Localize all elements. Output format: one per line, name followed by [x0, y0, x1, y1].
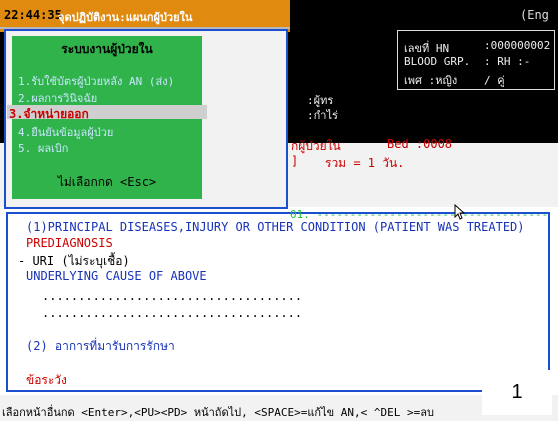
workstation-title: จุดปฏิบัติงาน:แผนกผู้ป่วยใน [58, 11, 193, 24]
underlying-cause-line-2[interactable]: .................................... [42, 306, 302, 320]
diagnosis-heading: (1)PRINCIPAL DISEASES,INJURY OR OTHER CO… [26, 220, 525, 234]
hn-value: :000000002 [484, 39, 551, 52]
section-2-heading: (2) อาการที่มารับการรักษา [26, 339, 175, 353]
menu-item-1[interactable]: 1.รับใช้บัตรผู้ป่วยหลัง AN (ส่ง) [18, 72, 174, 90]
bracket: ] [291, 154, 299, 168]
menu-title: ระบบงานผู้ป่วยใน [61, 42, 153, 56]
bed-number: Bed :0008 [387, 137, 453, 151]
patient-info-box: เลขที่ HN :000000002 BLOOD GRP. : RH :- … [397, 30, 555, 90]
caution-label: ข้อระวัง [26, 373, 67, 387]
page-number: 1 [482, 370, 552, 415]
menu-item-3-selected[interactable]: 3.จำหน่ายออก [7, 105, 207, 121]
mid-info-2: :กำไร่ [307, 109, 338, 122]
clock: 22:44:35 [4, 8, 62, 22]
marital-value: / คู่ [484, 74, 505, 87]
help-text: เลือกหน้าอื่นกด <Enter>,<PU><PD> หน้าถัด… [2, 406, 434, 419]
menu-item-5[interactable]: 5. ผลเบิก [18, 139, 68, 157]
prediagnosis-label: PREDIAGNOSIS [26, 236, 113, 250]
sex-label: เพศ :หญิง [404, 74, 458, 87]
help-bar: เลือกหน้าอื่นกด <Enter>,<PU><PD> หน้าถัด… [0, 398, 480, 419]
total-days: รวม = 1 วัน. [325, 156, 405, 170]
underlying-cause-label: UNDERLYING CAUSE OF ABOVE [26, 269, 207, 283]
blood-label: BLOOD GRP. [404, 55, 471, 68]
menu-esc-hint: ไม่เลือกกด <Esc> [57, 175, 157, 189]
language-indicator: (Eng [520, 8, 549, 22]
blood-value: : RH :- [484, 55, 531, 68]
underlying-cause-line-1[interactable]: .................................... [42, 289, 302, 303]
